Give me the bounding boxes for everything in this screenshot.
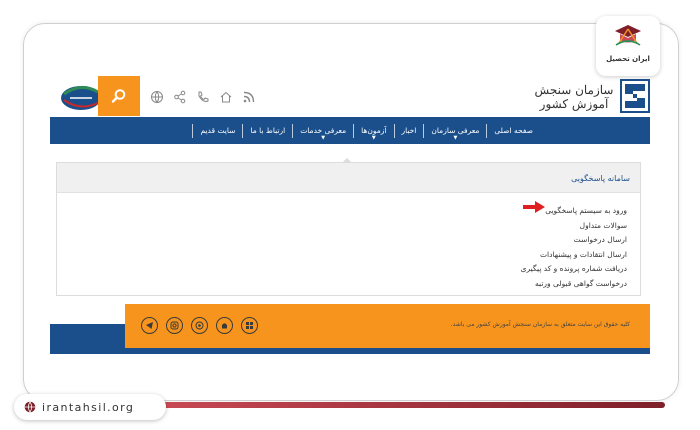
org-emblem-icon bbox=[620, 79, 650, 113]
panel-link[interactable]: درخواست گواهی قبولی ورتبه bbox=[57, 277, 627, 292]
globe-icon[interactable] bbox=[150, 89, 164, 104]
nav-item[interactable]: آزمون‌ها ▼ bbox=[353, 123, 393, 141]
instagram-icon[interactable] bbox=[166, 317, 183, 334]
home-icon[interactable] bbox=[219, 89, 233, 103]
windows-icon[interactable] bbox=[241, 317, 258, 334]
nav-item[interactable]: اخبار bbox=[393, 123, 424, 138]
search-button[interactable] bbox=[98, 76, 140, 116]
android-icon[interactable] bbox=[216, 317, 233, 334]
nav-item[interactable]: صفحه اصلی bbox=[486, 123, 540, 138]
search-icon bbox=[111, 89, 126, 103]
org-logo: سازمان سنجش آموزش کشور bbox=[532, 79, 650, 115]
nav-item-label: اخبار bbox=[401, 125, 417, 135]
header-icons bbox=[150, 89, 256, 104]
share-icon[interactable] bbox=[173, 89, 187, 104]
nav-item-label: سایت قدیم bbox=[200, 125, 236, 135]
browser-icon[interactable] bbox=[191, 317, 208, 334]
emblem-logo bbox=[61, 86, 101, 110]
social-links bbox=[141, 317, 258, 334]
panel-link-list: ورود به سیستم پاسخگویی سوالات متداول ارسال… bbox=[57, 193, 640, 291]
rss-icon[interactable] bbox=[242, 89, 256, 103]
main-navbar: صفحه اصلی معرفی سازمان ▼ اخبار آزمون‌ها ▼ معرف… bbox=[50, 117, 650, 144]
chevron-down-icon: ▼ bbox=[371, 134, 376, 141]
nav-item[interactable]: ارتباط با ما bbox=[242, 123, 292, 138]
footer-navy-strip bbox=[50, 348, 650, 354]
chevron-down-icon: ▼ bbox=[453, 134, 458, 141]
site-url-badge[interactable]: irantahsil.org bbox=[14, 394, 166, 420]
nav-item[interactable]: معرفی سازمان ▼ bbox=[423, 123, 486, 141]
brand-badge[interactable]: ایران تحصیل bbox=[596, 16, 660, 76]
help-desk-panel: سامانه پاسخگویی ورود به سیستم پاسخگویی سو… bbox=[56, 162, 641, 296]
nav-item-label: ارتباط با ما bbox=[250, 125, 286, 135]
nav-item-label: صفحه اصلی bbox=[494, 125, 533, 135]
brand-name: ایران تحصیل bbox=[606, 55, 650, 63]
phone-icon[interactable] bbox=[196, 89, 210, 103]
nav-item[interactable]: سایت قدیم bbox=[192, 123, 242, 138]
telegram-icon[interactable] bbox=[141, 317, 158, 334]
org-title: سازمان سنجش آموزش کشور bbox=[534, 83, 614, 111]
panel-link[interactable]: ارسال درخواست bbox=[57, 233, 627, 248]
panel-link[interactable]: ارسال انتقادات و پیشنهادات bbox=[57, 248, 627, 263]
red-arrow-icon bbox=[523, 201, 545, 213]
panel-title: سامانه پاسخگویی bbox=[57, 163, 640, 193]
chevron-down-icon: ▼ bbox=[321, 134, 326, 141]
panel-link[interactable]: سوالات متداول bbox=[57, 219, 627, 234]
bottom-accent-line bbox=[150, 402, 665, 408]
graduation-cap-logo bbox=[615, 25, 641, 46]
footer-copyright: کلیه حقوق این سایت متعلق به سازمان سنجش … bbox=[450, 321, 630, 328]
nav-item[interactable]: معرفی خدمات ▼ bbox=[292, 123, 353, 141]
globe-icon bbox=[24, 401, 36, 413]
panel-link[interactable]: دریافت شماره پرونده و کد پیگیری bbox=[57, 262, 627, 277]
site-url-text: irantahsil.org bbox=[42, 400, 135, 414]
